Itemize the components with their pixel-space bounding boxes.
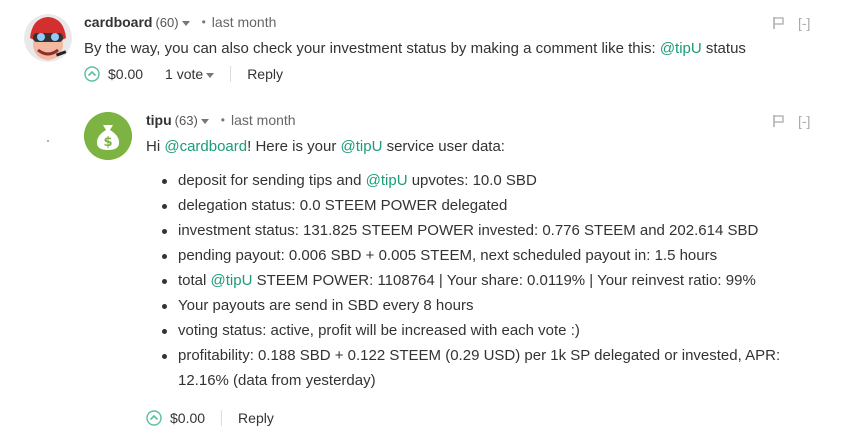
cardboard-avatar-image	[24, 14, 72, 62]
comment-body: By the way, you can also check your inve…	[84, 40, 746, 57]
greeting-middle: ! Here is your	[247, 138, 341, 155]
reply-button[interactable]: Reply	[238, 410, 274, 426]
bullet-text: total	[178, 272, 211, 289]
list-item: investment status: 131.825 STEEM POWER i…	[160, 218, 818, 243]
payout-amount[interactable]: $0.00	[108, 66, 143, 82]
body-text-1: By the way, you can also check your inve…	[84, 40, 660, 57]
separator-dot: •	[201, 15, 206, 29]
caret-down-icon[interactable]	[181, 20, 190, 26]
mention-link[interactable]: @tipU	[366, 172, 408, 189]
user-data-list: deposit for sending tips and @tipU upvot…	[160, 168, 818, 393]
mention-link[interactable]: @tipU	[211, 272, 253, 289]
comment-tools: [-]	[772, 15, 810, 31]
greeting-suffix: service user data:	[382, 138, 505, 155]
list-item: profitability: 0.188 SBD + 0.122 STEEM (…	[160, 343, 818, 393]
bullet-text: deposit for sending tips and	[178, 172, 366, 189]
author-name[interactable]: tipu	[146, 112, 172, 128]
comment-footer: $0.00 Reply	[146, 410, 274, 426]
mention-link[interactable]: @tipU	[660, 40, 702, 57]
svg-text:$: $	[103, 135, 112, 150]
comment-footer: $0.00 1 vote Reply	[84, 66, 283, 82]
divider	[230, 66, 232, 82]
mention-link[interactable]: @tipU	[341, 138, 383, 155]
votes-dropdown[interactable]: 1 vote	[165, 66, 215, 82]
timestamp[interactable]: last month	[231, 112, 296, 128]
upvote-icon[interactable]	[146, 410, 162, 426]
list-item: total @tipU STEEM POWER: 1108764 | Your …	[160, 268, 818, 293]
flag-icon[interactable]	[772, 16, 786, 30]
list-item: deposit for sending tips and @tipU upvot…	[160, 168, 818, 193]
body-text-2: status	[701, 40, 746, 57]
avatar-tipu[interactable]: $	[84, 112, 132, 160]
payout-amount[interactable]: $0.00	[170, 410, 205, 426]
reputation-score: (60)	[155, 14, 179, 30]
comment-meta: cardboard (60) • last month	[84, 14, 276, 30]
flag-icon[interactable]	[772, 114, 786, 128]
list-item: Your payouts are send in SBD every 8 hou…	[160, 293, 818, 318]
bullet-text: STEEM POWER: 1108764 | Your share: 0.011…	[252, 272, 756, 289]
list-item: voting status: active, profit will be in…	[160, 318, 818, 343]
collapse-toggle[interactable]: [-]	[798, 15, 810, 31]
list-item: pending payout: 0.006 SBD + 0.005 STEEM,…	[160, 243, 818, 268]
timestamp[interactable]: last month	[212, 14, 277, 30]
caret-down-icon[interactable]	[200, 118, 209, 124]
votes-count: 1 vote	[165, 66, 204, 82]
upvote-icon[interactable]	[84, 66, 100, 82]
reputation-score: (63)	[174, 112, 198, 128]
money-bag-icon: $	[84, 112, 132, 160]
reply-button[interactable]: Reply	[247, 66, 283, 82]
greeting-prefix: Hi	[146, 138, 165, 155]
divider	[221, 410, 223, 426]
comment-meta: tipu (63) • last month	[146, 112, 296, 128]
list-item: delegation status: 0.0 STEEM POWER deleg…	[160, 193, 818, 218]
greeting-line: Hi @cardboard! Here is your @tipU servic…	[146, 138, 505, 155]
bullet-text: upvotes: 10.0 SBD	[407, 172, 537, 189]
separator-dot: •	[220, 113, 225, 127]
author-name[interactable]: cardboard	[84, 14, 152, 30]
mention-link[interactable]: @cardboard	[164, 138, 247, 155]
thread-dot	[47, 140, 49, 142]
caret-down-icon	[206, 72, 215, 78]
avatar-cardboard[interactable]	[24, 14, 72, 62]
comment-tools: [-]	[772, 113, 810, 129]
collapse-toggle[interactable]: [-]	[798, 113, 810, 129]
